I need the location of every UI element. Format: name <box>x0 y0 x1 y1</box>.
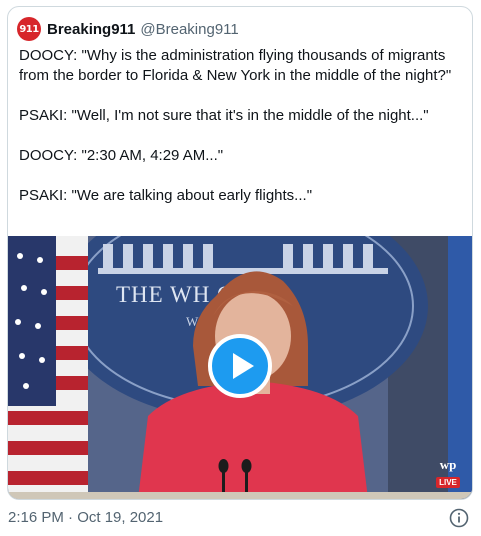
tweet-text: DOOCY: "Why is the administration flying… <box>19 46 465 226</box>
wp-live-watermark: wp LIVE <box>433 458 463 488</box>
tweet-card[interactable]: 911 Breaking911 @Breaking911 DOOCY: "Why… <box>7 6 473 500</box>
wp-logo: wp <box>439 457 457 472</box>
tweet-paragraph: PSAKI: "We are talking about early fligh… <box>19 187 313 204</box>
tweet-paragraph: DOOCY: "Why is the administration flying… <box>19 47 452 84</box>
tweet-timestamp[interactable]: 2:16 PM · Oct 19, 2021 <box>8 509 163 526</box>
live-badge: LIVE <box>436 477 460 488</box>
tweet-paragraph: PSAKI: "Well, I'm not sure that it's in … <box>19 107 429 124</box>
play-button[interactable] <box>208 334 272 398</box>
video-player[interactable]: THE WH OUSE WA wp LIVE <box>8 236 472 499</box>
tweet-paragraph: DOOCY: "2:30 AM, 4:29 AM..." <box>19 147 224 164</box>
tweet-header: 911 Breaking911 @Breaking911 <box>17 17 239 41</box>
play-icon <box>232 353 254 379</box>
avatar[interactable]: 911 <box>17 17 41 41</box>
user-handle[interactable]: @Breaking911 <box>140 21 238 38</box>
display-name[interactable]: Breaking911 <box>47 21 135 38</box>
info-icon[interactable] <box>449 508 469 528</box>
flag-graphic <box>8 236 88 499</box>
